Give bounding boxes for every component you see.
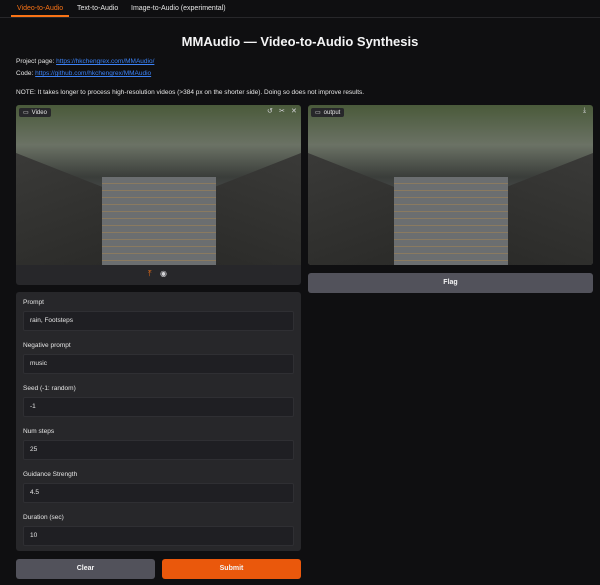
- negative-prompt-label: Negative prompt: [23, 342, 71, 349]
- code-link[interactable]: https://github.com/hkchengrex/MMAudio: [35, 70, 151, 77]
- output-video-panel[interactable]: ▭ output ⤓: [308, 105, 593, 265]
- guidance-strength-input[interactable]: 4.5: [23, 483, 294, 503]
- code-line: Code: https://github.com/hkchengrex/MMAu…: [16, 70, 151, 77]
- submit-button[interactable]: Submit: [162, 559, 301, 579]
- clear-button[interactable]: Clear: [16, 559, 155, 579]
- num-steps-input[interactable]: 25: [23, 440, 294, 460]
- project-label: Project page:: [16, 58, 55, 65]
- guidance-strength-label: Guidance Strength: [23, 471, 78, 478]
- video-preview[interactable]: ▭ Video ↺ ✂ ✕: [16, 105, 301, 265]
- duration-input[interactable]: 10: [23, 526, 294, 546]
- code-label: Code:: [16, 70, 34, 77]
- trim-icon[interactable]: ✂: [279, 107, 285, 115]
- flag-button[interactable]: Flag: [308, 273, 593, 293]
- video-camera-icon: ▭: [23, 110, 29, 116]
- close-icon[interactable]: ✕: [291, 107, 297, 115]
- page-title: MMAudio — Video-to-Audio Synthesis: [181, 34, 419, 49]
- video-camera-icon: ▭: [315, 110, 321, 116]
- video-label: Video: [31, 109, 47, 116]
- tab-bar: Video-to-Audio Text-to-Audio Image-to-Au…: [0, 0, 600, 18]
- seed-input[interactable]: -1: [23, 397, 294, 417]
- video-input-panel: ▭ Video ↺ ✂ ✕ ⤒ ◉: [16, 105, 301, 285]
- project-link[interactable]: https://hkchengrex.com/MMAudio/: [56, 58, 154, 65]
- num-steps-label: Num steps: [23, 428, 55, 435]
- video-label-badge: ▭ Video: [19, 108, 51, 117]
- undo-icon[interactable]: ↺: [267, 107, 273, 115]
- output-label: output: [323, 109, 341, 116]
- output-label-badge: ▭ output: [311, 108, 345, 117]
- seed-label: Seed (-1: random): [23, 385, 76, 392]
- project-line: Project page: https://hkchengrex.com/MMA…: [16, 58, 154, 65]
- negative-prompt-input[interactable]: music: [23, 354, 294, 374]
- upload-icon[interactable]: ⤒: [148, 269, 152, 279]
- prompt-input[interactable]: rain, Footsteps: [23, 311, 294, 331]
- note-text: NOTE: It takes longer to process high-re…: [16, 89, 365, 96]
- active-tab-indicator: [11, 15, 69, 17]
- tab-image-to-audio[interactable]: Image-to-Audio (experimental): [131, 5, 226, 12]
- tab-text-to-audio[interactable]: Text-to-Audio: [77, 5, 118, 12]
- prompt-label: Prompt: [23, 299, 44, 306]
- tab-video-to-audio[interactable]: Video-to-Audio: [17, 5, 63, 12]
- duration-label: Duration (sec): [23, 514, 64, 521]
- download-icon[interactable]: ⤓: [583, 107, 586, 115]
- webcam-icon[interactable]: ◉: [160, 269, 167, 278]
